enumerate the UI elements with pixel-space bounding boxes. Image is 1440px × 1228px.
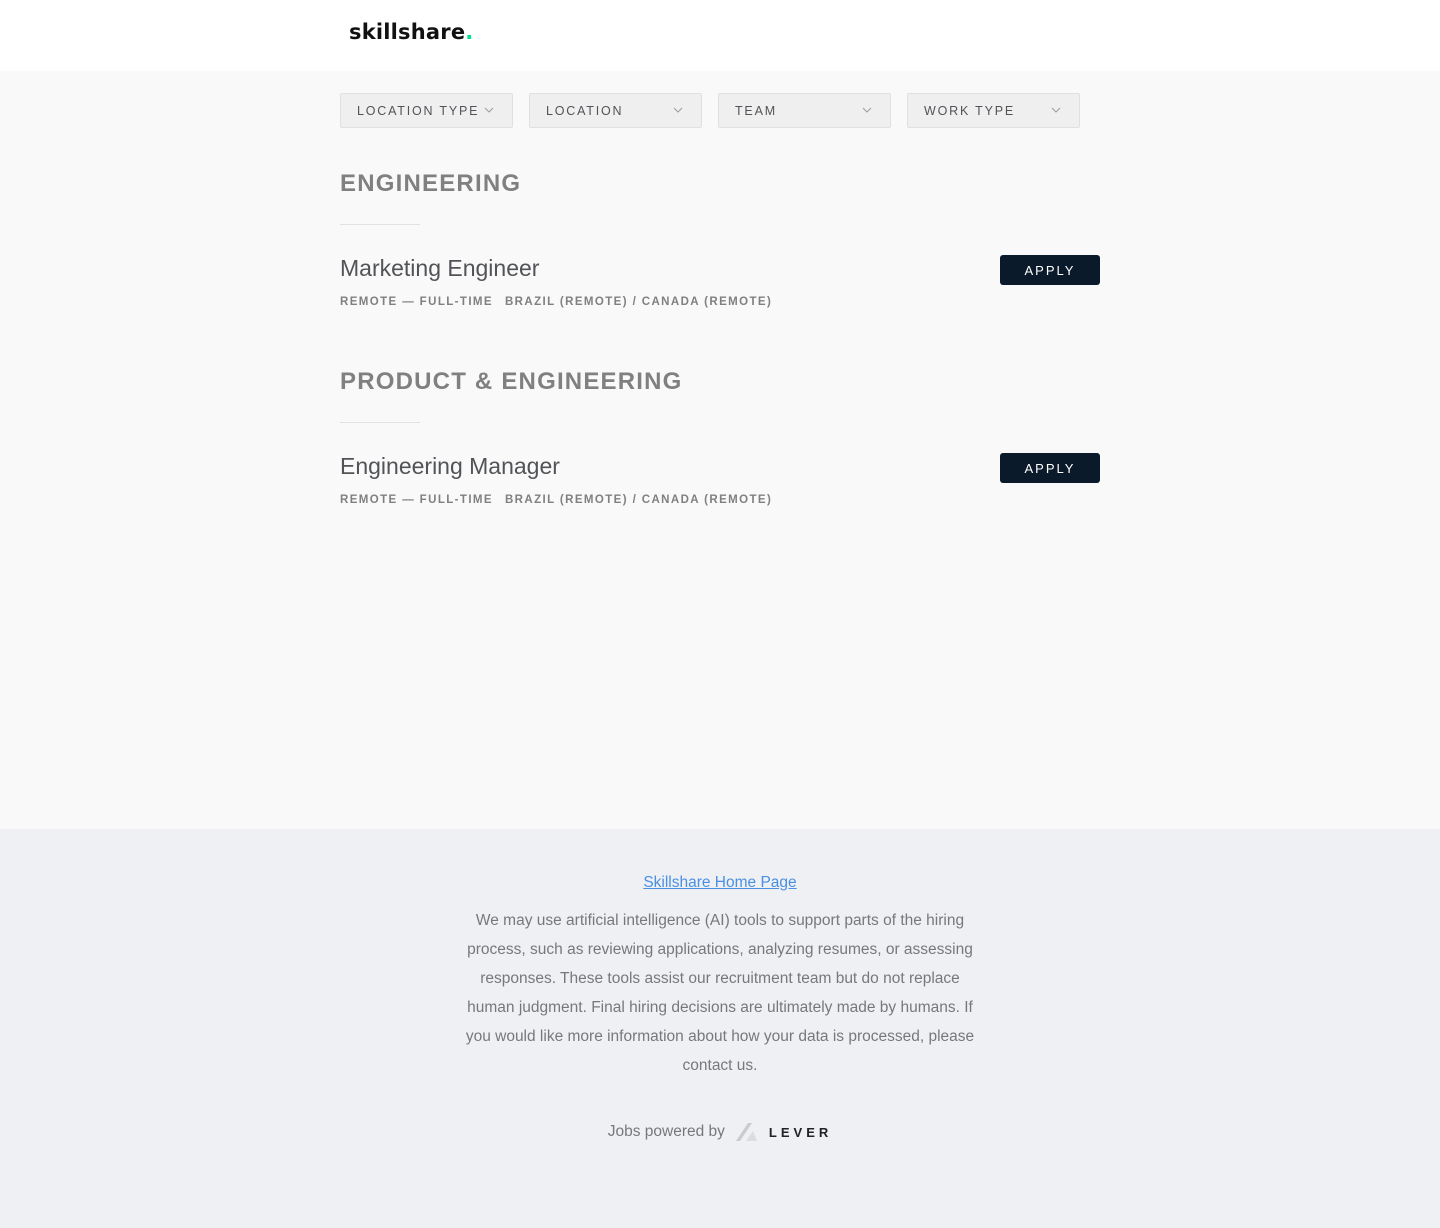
site-header: skillshare. (0, 0, 1440, 71)
filter-team[interactable]: TEAM (718, 93, 891, 128)
filter-work-type[interactable]: WORK TYPE (907, 93, 1080, 128)
logo-dot: . (465, 20, 474, 44)
posting-meta: REMOTE — FULL-TIME BRAZIL (REMOTE) / CANA… (340, 494, 772, 506)
lever-logo[interactable]: LEVER (735, 1121, 832, 1143)
section-divider (340, 224, 420, 225)
posting-title[interactable]: Marketing Engineer (340, 255, 539, 282)
section-divider (340, 422, 420, 423)
section-title-product-engineering: PRODUCT & ENGINEERING (340, 368, 683, 395)
posting-meta: REMOTE — FULL-TIME BRAZIL (REMOTE) / CANA… (340, 296, 772, 308)
filter-label: LOCATION TYPE (357, 104, 480, 118)
filter-label: LOCATION (546, 104, 624, 118)
lever-mark-icon (735, 1123, 757, 1141)
filter-label: TEAM (735, 104, 777, 118)
apply-button[interactable]: APPLY (1000, 453, 1100, 483)
filter-bar: LOCATION TYPE LOCATION TEAM WORK TYPE (340, 93, 1100, 128)
skillshare-logo[interactable]: skillshare. (349, 20, 473, 44)
site-footer: Skillshare Home Page We may use artifici… (0, 829, 1440, 1228)
filter-label: WORK TYPE (924, 104, 1015, 118)
home-link-wrapper: Skillshare Home Page (0, 874, 1440, 892)
powered-by-text: Jobs powered by (607, 1123, 725, 1140)
filter-location-type[interactable]: LOCATION TYPE (340, 93, 513, 128)
posting-commitment: REMOTE — FULL-TIME (340, 494, 493, 506)
posting-location: BRAZIL (REMOTE) / CANADA (REMOTE) (504, 494, 773, 506)
posting-location: BRAZIL (REMOTE) / CANADA (REMOTE) (504, 296, 773, 308)
logo-text: skillshare (349, 20, 466, 44)
skillshare-home-link[interactable]: Skillshare Home Page (643, 874, 796, 891)
powered-by: Jobs powered by LEVER (0, 1121, 1440, 1143)
chevron-down-icon (1051, 105, 1061, 115)
apply-button[interactable]: APPLY (1000, 255, 1100, 285)
chevron-down-icon (484, 105, 494, 115)
posting-commitment: REMOTE — FULL-TIME (340, 296, 493, 308)
section-title-engineering: ENGINEERING (340, 170, 522, 197)
lever-wordmark: LEVER (768, 1124, 833, 1140)
posting-title[interactable]: Engineering Manager (340, 453, 560, 480)
ai-disclaimer: We may use artificial intelligence (AI) … (465, 912, 975, 1074)
filter-location[interactable]: LOCATION (529, 93, 702, 128)
chevron-down-icon (673, 105, 683, 115)
chevron-down-icon (862, 105, 872, 115)
